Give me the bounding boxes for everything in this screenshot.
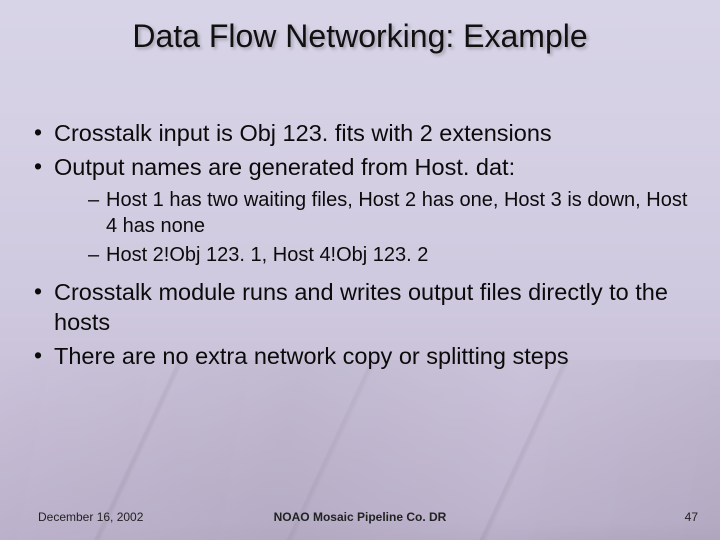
sub-bullet-list: Host 1 has two waiting files, Host 2 has… bbox=[54, 188, 690, 269]
bullet-list: Crosstalk input is Obj 123. fits with 2 … bbox=[34, 118, 690, 371]
footer-page: 47 bbox=[685, 510, 698, 524]
bullet-item: There are no extra network copy or split… bbox=[34, 341, 690, 371]
slide-title: Data Flow Networking: Example bbox=[0, 18, 720, 55]
slide-body: Crosstalk input is Obj 123. fits with 2 … bbox=[34, 118, 690, 375]
footer-center: NOAO Mosaic Pipeline Co. DR bbox=[0, 510, 720, 524]
slide: Data Flow Networking: Example Crosstalk … bbox=[0, 0, 720, 540]
bullet-item: Output names are generated from Host. da… bbox=[34, 152, 690, 269]
slide-footer: December 16, 2002 NOAO Mosaic Pipeline C… bbox=[0, 504, 720, 524]
bullet-item: Crosstalk input is Obj 123. fits with 2 … bbox=[34, 118, 690, 148]
bullet-text: Output names are generated from Host. da… bbox=[54, 154, 515, 180]
sub-bullet-item: Host 2!Obj 123. 1, Host 4!Obj 123. 2 bbox=[88, 243, 690, 269]
sub-bullet-item: Host 1 has two waiting files, Host 2 has… bbox=[88, 188, 690, 239]
bullet-item: Crosstalk module runs and writes output … bbox=[34, 277, 690, 337]
